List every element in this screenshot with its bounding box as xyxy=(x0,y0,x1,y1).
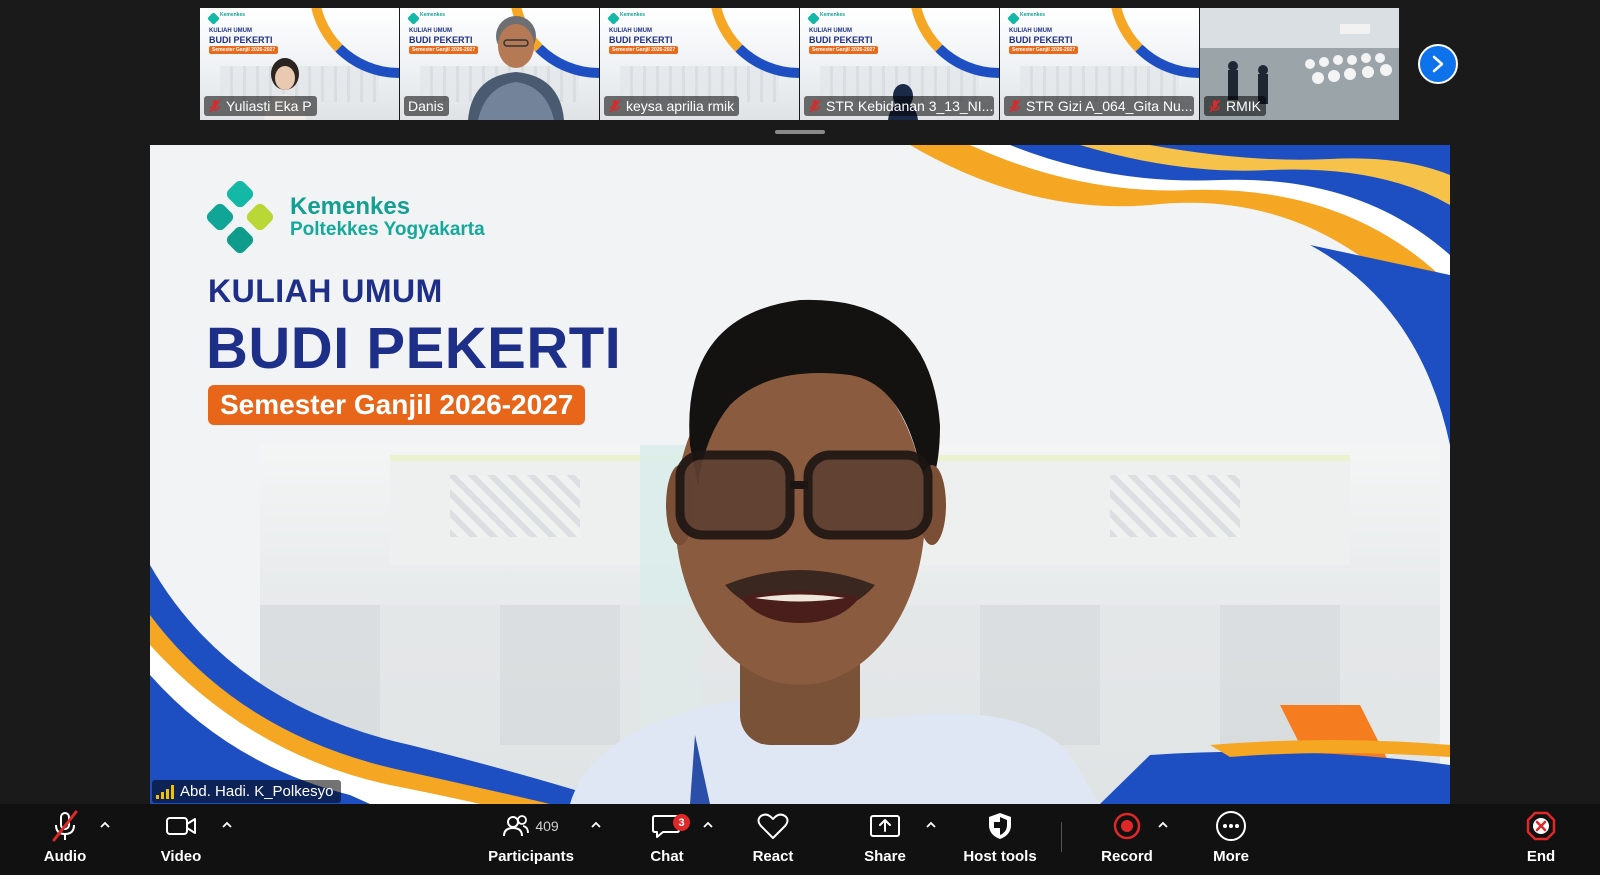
chat-options-caret-icon[interactable] xyxy=(701,818,715,832)
gallery-resize-handle[interactable] xyxy=(775,130,825,134)
next-page-button[interactable] xyxy=(1418,44,1458,84)
mic-muted-icon xyxy=(209,99,221,113)
speaker-video xyxy=(570,299,1100,804)
thumb-title-small: KULIAH UMUM xyxy=(1009,28,1052,34)
participant-name-label: keysa aprilia rmik xyxy=(604,96,740,116)
mic-muted-icon xyxy=(52,810,78,842)
participant-tile[interactable]: Kemenkes KULIAH UMUM BUDI PEKERTI Semest… xyxy=(200,8,400,120)
audio-options-caret-icon[interactable] xyxy=(98,818,112,832)
shield-icon xyxy=(989,813,1011,839)
thumb-brand: Kemenkes xyxy=(620,12,646,18)
participant-gallery-strip: Kemenkes KULIAH UMUM BUDI PEKERTI Semest… xyxy=(200,8,1400,120)
participant-name-label: STR Kebidanan 3_13_NI... xyxy=(804,96,994,116)
video-label: Video xyxy=(160,848,202,865)
participant-tile[interactable]: RMIK xyxy=(1200,8,1400,120)
share-screen-icon xyxy=(870,815,900,837)
participants-options-caret-icon[interactable] xyxy=(589,818,603,832)
participants-count: 409 xyxy=(535,818,559,834)
signal-strength-icon xyxy=(156,784,174,799)
more-button[interactable]: More xyxy=(1206,804,1256,875)
host-tools-button[interactable]: Host tools xyxy=(955,804,1045,875)
speaker-name-label: Abd. Hadi. K_Polkesyo xyxy=(152,780,342,803)
toolbar-divider xyxy=(1061,822,1062,852)
record-button[interactable]: Record xyxy=(1101,804,1153,875)
thumb-brand: Kemenkes xyxy=(1020,12,1046,18)
participants-icon xyxy=(503,815,530,837)
participant-tile[interactable]: Kemenkes KULIAH UMUM BUDI PEKERTI Semest… xyxy=(1000,8,1200,120)
react-button[interactable]: React xyxy=(748,804,798,875)
thumb-title-big: BUDI PEKERTI xyxy=(1009,35,1073,45)
thumb-title-big: BUDI PEKERTI xyxy=(609,35,673,45)
participant-tile[interactable]: Kemenkes KULIAH UMUM BUDI PEKERTI Semest… xyxy=(400,8,600,120)
mic-muted-icon xyxy=(1009,99,1021,113)
heart-icon xyxy=(757,813,789,839)
participant-name-label: RMIK xyxy=(1204,96,1266,116)
thumb-title-big: BUDI PEKERTI xyxy=(209,35,273,45)
thumb-brand: Kemenkes xyxy=(820,12,846,18)
share-options-caret-icon[interactable] xyxy=(924,818,938,832)
mic-muted-icon xyxy=(809,99,821,113)
participant-name: STR Kebidanan 3_13_NI... xyxy=(826,98,994,114)
thumb-title-big: BUDI PEKERTI xyxy=(809,35,873,45)
more-label: More xyxy=(1213,848,1249,865)
record-options-caret-icon[interactable] xyxy=(1156,818,1170,832)
participant-tile[interactable]: Kemenkes KULIAH UMUM BUDI PEKERTI Semest… xyxy=(600,8,800,120)
participant-name-label: Yuliasti Eka P xyxy=(204,96,317,116)
more-dots-icon xyxy=(1216,811,1246,841)
end-meeting-button[interactable]: End xyxy=(1516,804,1566,875)
participants-button[interactable]: 409 Participants xyxy=(486,804,576,875)
thumb-brand: Kemenkes xyxy=(420,12,446,18)
meeting-controls-toolbar: Audio Video 409 Participants Chat 3 Reac… xyxy=(0,804,1600,875)
chevron-right-icon xyxy=(1432,55,1444,73)
thumb-title-small: KULIAH UMUM xyxy=(609,28,652,34)
share-label: Share xyxy=(864,848,906,865)
thumb-subtitle: Semester Ganjil 2026-2027 xyxy=(1009,46,1079,54)
participant-name-label: Danis xyxy=(404,96,449,116)
participant-name: Yuliasti Eka P xyxy=(226,98,312,114)
video-button[interactable]: Video xyxy=(156,804,206,875)
host-tools-label: Host tools xyxy=(963,848,1037,865)
active-speaker-video: Kemenkes Poltekkes Yogyakarta KULIAH UMU… xyxy=(150,145,1450,804)
participant-name: RMIK xyxy=(1226,98,1261,114)
mic-muted-icon xyxy=(1209,99,1221,113)
record-icon xyxy=(1113,812,1141,840)
video-options-caret-icon[interactable] xyxy=(220,818,234,832)
participant-video xyxy=(468,16,564,120)
chat-unread-badge: 3 xyxy=(673,814,690,831)
end-close-icon xyxy=(1526,811,1556,841)
share-button[interactable]: Share xyxy=(860,804,910,875)
thumb-subtitle: Semester Ganjil 2026-2027 xyxy=(609,46,679,54)
chat-label: Chat xyxy=(650,848,684,865)
thumb-title-small: KULIAH UMUM xyxy=(409,28,452,34)
participant-name: STR Gizi A_064_Gita Nu... xyxy=(1026,98,1193,114)
thumb-brand: Kemenkes xyxy=(220,12,246,18)
participant-name: keysa aprilia rmik xyxy=(626,98,735,114)
record-label: Record xyxy=(1101,848,1153,865)
audio-button[interactable]: Audio xyxy=(40,804,90,875)
participants-label: Participants xyxy=(488,848,574,865)
participant-name-label: STR Gizi A_064_Gita Nu... xyxy=(1004,96,1194,116)
participant-tile[interactable]: Kemenkes KULIAH UMUM BUDI PEKERTI Semest… xyxy=(800,8,1000,120)
thumb-title-small: KULIAH UMUM xyxy=(809,28,852,34)
end-label: End xyxy=(1526,848,1556,865)
speaker-name: Abd. Hadi. K_Polkesyo xyxy=(180,783,334,800)
participant-name: Danis xyxy=(408,98,444,114)
mic-muted-icon xyxy=(609,99,621,113)
audio-label: Audio xyxy=(43,848,87,865)
react-label: React xyxy=(752,848,794,865)
thumb-title-small: KULIAH UMUM xyxy=(209,28,252,34)
thumb-subtitle: Semester Ganjil 2026-2027 xyxy=(809,46,879,54)
zoom-meeting-window: Kemenkes KULIAH UMUM BUDI PEKERTI Semest… xyxy=(0,0,1600,875)
video-camera-icon xyxy=(166,817,196,835)
